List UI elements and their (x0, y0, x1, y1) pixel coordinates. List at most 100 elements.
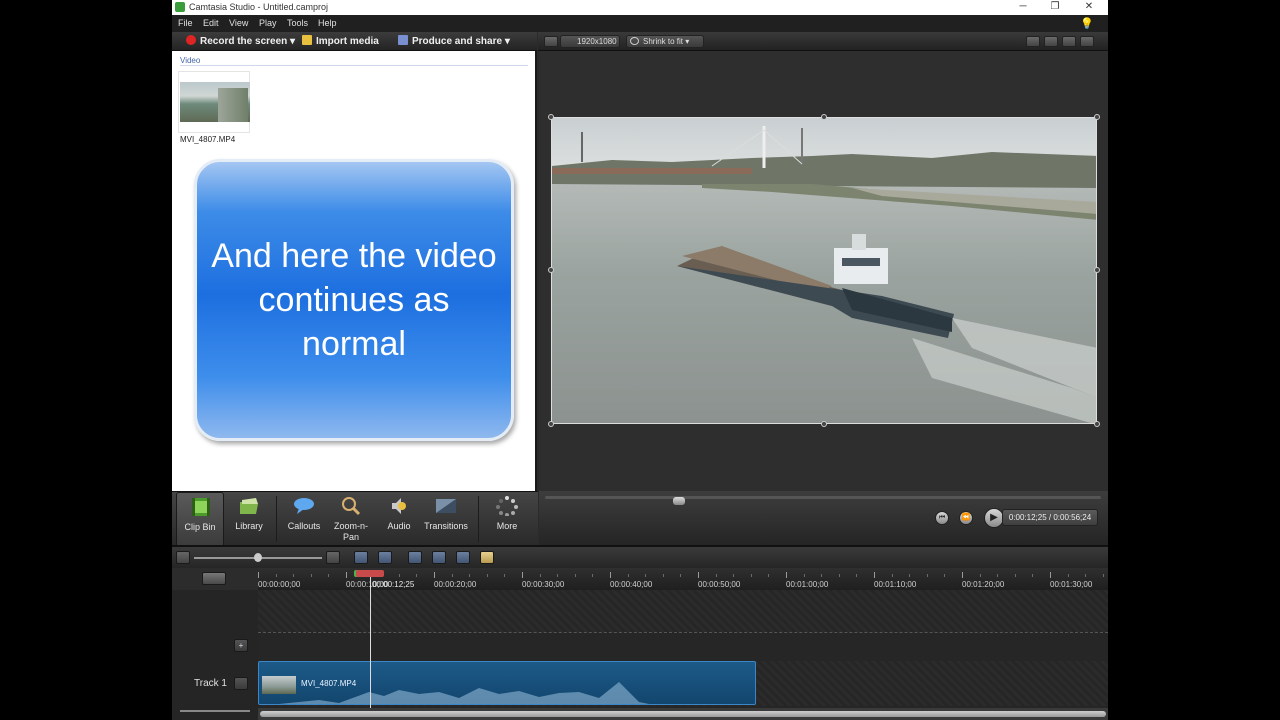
tab-label: More (496, 521, 518, 531)
fullscreen-icon[interactable] (1080, 36, 1094, 47)
previous-clip-button[interactable]: ⏮ (935, 511, 949, 525)
tab-more[interactable]: More (484, 492, 530, 546)
produce-film-icon (398, 35, 408, 45)
tab-label: Zoom-n-Pan (333, 521, 368, 542)
playhead-end-marker[interactable] (356, 570, 384, 577)
media-item[interactable] (178, 71, 250, 133)
menu-edit[interactable]: Edit (203, 18, 219, 28)
produce-share-button[interactable]: Produce and share ▾ (398, 35, 510, 47)
ruler-tick-label: 00:01:10;00 (874, 580, 917, 589)
record-screen-button[interactable]: Record the screen ▾ (186, 35, 295, 47)
menu-play[interactable]: Play (259, 18, 277, 28)
ruler-tick-label: 00:00:50;00 (698, 580, 741, 589)
rewind-button[interactable]: ⏪ (959, 511, 973, 525)
resize-handle[interactable] (1094, 421, 1100, 427)
ruler-minor-tick (821, 574, 823, 577)
speech-bubble-icon (294, 498, 314, 514)
task-tabs: Clip Bin Library Callouts Zoom-n-Pan Aud… (172, 491, 538, 546)
ruler-tick-label: 00:00:00;00 (258, 580, 301, 589)
tab-label: Callouts (287, 521, 321, 531)
tab-clip-bin[interactable]: Clip Bin (176, 492, 224, 546)
zoom-slider-thumb[interactable] (254, 553, 262, 562)
resize-handle[interactable] (821, 421, 827, 427)
timeline-scrollbar-thumb[interactable] (260, 711, 1106, 717)
paste-icon[interactable] (480, 551, 494, 564)
ruler-tick-label: 00:01:20;00 (962, 580, 1005, 589)
ruler-minor-tick (557, 574, 559, 577)
playback-scrubber[interactable] (545, 496, 1101, 505)
tab-transitions[interactable]: Transitions (422, 492, 470, 546)
track-height-slider[interactable] (180, 710, 250, 712)
resize-handle[interactable] (1094, 267, 1100, 273)
resize-handle[interactable] (548, 267, 554, 273)
zoom-select[interactable]: Shrink to fit ▾ (626, 35, 704, 48)
ruler-minor-tick (504, 574, 506, 577)
lock-track-icon[interactable] (234, 677, 248, 690)
editing-dimensions-icon[interactable] (544, 36, 558, 47)
restore-button[interactable]: ❐ (1040, 0, 1070, 15)
tab-zoom-n-pan[interactable]: Zoom-n-Pan (328, 492, 374, 546)
menu-file[interactable]: File (178, 18, 193, 28)
video-preview[interactable] (551, 117, 1097, 424)
split-icon[interactable] (432, 551, 446, 564)
ruler-tick-label: 00:00:20;00 (434, 580, 477, 589)
ruler-minor-tick (662, 574, 664, 577)
add-track-button[interactable]: + (234, 639, 248, 652)
ruler-tick-label: 00:00:40;00 (610, 580, 653, 589)
pan-hand-icon[interactable] (1044, 36, 1058, 47)
film-strip-icon (192, 498, 210, 516)
timeline-zoom-slider[interactable] (194, 553, 322, 562)
camtasia-app-icon (175, 2, 185, 12)
ruler-minor-tick (310, 574, 312, 577)
menu-view[interactable]: View (229, 18, 248, 28)
main-toolbar: Record the screen ▾ Import media Produce… (172, 32, 537, 51)
record-dot-icon (186, 35, 196, 45)
zoom-dropdown-arrow-icon: ▾ (685, 37, 690, 46)
timeline-clip[interactable]: MVI_4807.MP4 (258, 661, 756, 705)
close-button[interactable]: ✕ (1074, 0, 1104, 15)
play-button[interactable]: ▶ (984, 508, 1004, 528)
tab-library[interactable]: Library (226, 492, 272, 546)
resize-handle[interactable] (1094, 114, 1100, 120)
ruler-minor-tick (944, 574, 946, 577)
minimize-button[interactable]: ─ (1008, 0, 1038, 15)
resize-handle[interactable] (548, 421, 554, 427)
detach-preview-icon[interactable] (1062, 36, 1076, 47)
import-media-label: Import media (316, 36, 379, 47)
callout-overlay[interactable]: And here the video continues as normal (194, 159, 514, 441)
ruler-minor-tick (486, 574, 488, 577)
camtasia-window: Camtasia Studio - Untitled.camproj ─ ❐ ✕… (172, 0, 1108, 720)
produce-dropdown-arrow-icon: ▾ (504, 36, 510, 47)
timeline-scrollbar[interactable] (258, 708, 1108, 720)
ruler-tick (786, 572, 787, 578)
zoom-out-icon[interactable] (176, 551, 190, 564)
resize-handle[interactable] (821, 114, 827, 120)
dimensions-value: 1920x1080 (577, 37, 617, 46)
tab-label: Clip Bin (184, 522, 216, 532)
ruler-tick-label: 00:00:30;00 (522, 580, 565, 589)
playhead-line[interactable] (370, 570, 371, 720)
dimensions-select[interactable]: 1920x1080 (560, 35, 620, 48)
tips-lightbulb-icon[interactable]: 💡 (1080, 17, 1094, 30)
redo-icon[interactable] (378, 551, 392, 564)
import-media-button[interactable]: Import media (302, 35, 379, 47)
ruler-minor-tick (997, 574, 999, 577)
zoom-in-icon[interactable] (326, 551, 340, 564)
ruler-minor-tick (539, 574, 541, 577)
copy-icon[interactable] (456, 551, 470, 564)
undo-icon[interactable] (354, 551, 368, 564)
ruler-minor-tick (293, 574, 295, 577)
scrubber-thumb[interactable] (672, 497, 685, 505)
menu-tools[interactable]: Tools (287, 18, 308, 28)
ruler-tick (434, 572, 435, 578)
timeline-toolbar (172, 545, 1108, 568)
tab-callouts[interactable]: Callouts (280, 492, 328, 546)
playhead-time: 00:00:12;25 (372, 580, 415, 589)
crop-icon[interactable] (1026, 36, 1040, 47)
resize-handle[interactable] (548, 114, 554, 120)
ruler-minor-tick (627, 574, 629, 577)
menu-help[interactable]: Help (318, 18, 337, 28)
tab-audio[interactable]: Audio (376, 492, 422, 546)
timeline-settings-gear-icon[interactable] (202, 572, 226, 585)
cut-icon[interactable] (408, 551, 422, 564)
